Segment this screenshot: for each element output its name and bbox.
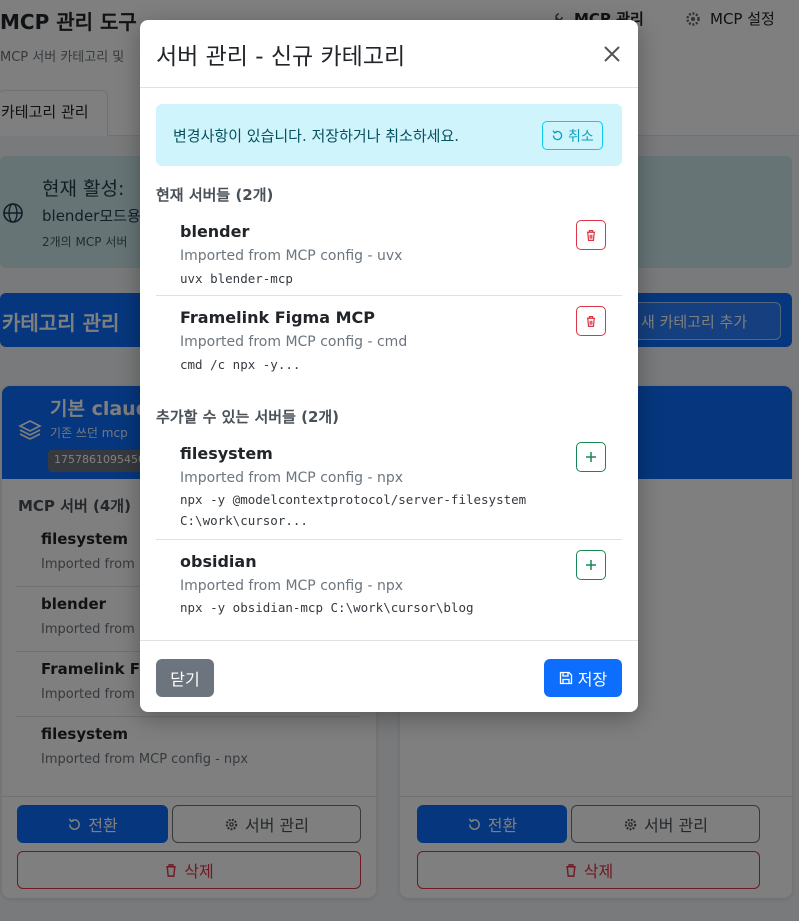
server-name: obsidian (180, 552, 257, 571)
remove-server-button[interactable] (576, 306, 606, 336)
undo-button-label: 취소 (568, 128, 594, 145)
modal-title: 서버 관리 - 신규 카테고리 (156, 44, 406, 70)
save-button-label: 저장 (577, 670, 608, 689)
list-item: Framelink Figma MCP Imported from MCP co… (156, 296, 622, 382)
server-desc: Imported from MCP config - cmd (180, 334, 408, 350)
add-server-button[interactable] (576, 550, 606, 580)
undo-button[interactable]: 취소 (542, 121, 603, 150)
trash-icon (586, 229, 596, 241)
available-servers-title: 추가할 수 있는 서버들 (2개) (156, 408, 340, 426)
server-desc: Imported from MCP config - npx (180, 578, 404, 594)
modal-header: 서버 관리 - 신규 카테고리 (140, 20, 638, 88)
remove-server-button[interactable] (576, 220, 606, 250)
close-button[interactable]: 닫기 (156, 659, 214, 697)
list-item: filesystem Imported from MCP config - np… (156, 430, 622, 540)
trash-icon (586, 315, 596, 327)
server-command: npx -y obsidian-mcp C:\work\cursor\blog (180, 600, 474, 615)
floppy-disk-icon (559, 671, 572, 685)
plus-icon (586, 452, 596, 462)
save-button[interactable]: 저장 (544, 659, 622, 697)
current-servers-title: 현재 서버들 (2개) (156, 186, 274, 204)
server-desc: Imported from MCP config - uvx (180, 248, 403, 264)
rotate-icon (552, 130, 563, 141)
server-command: C:\work\cursor... (180, 513, 308, 528)
server-desc: Imported from MCP config - npx (180, 470, 404, 486)
modal-footer: 닫기 저장 (140, 640, 638, 712)
server-manage-modal: 서버 관리 - 신규 카테고리 변경사항이 있습니다. 저장하거나 취소하세요.… (140, 20, 638, 712)
server-name: Framelink Figma MCP (180, 308, 375, 327)
server-command: uvx blender-mcp (180, 271, 293, 286)
server-command: npx -y @modelcontextprotocol/server-file… (180, 492, 527, 507)
add-server-button[interactable] (576, 442, 606, 472)
server-name: blender (180, 222, 250, 241)
server-command: cmd /c npx -y... (180, 357, 301, 372)
plus-icon (586, 560, 596, 570)
list-item: blender Imported from MCP config - uvx u… (156, 208, 622, 296)
server-name: filesystem (180, 444, 273, 463)
close-icon[interactable] (600, 42, 624, 66)
unsaved-changes-alert: 변경사항이 있습니다. 저장하거나 취소하세요. 취소 (156, 104, 622, 166)
alert-text: 변경사항이 있습니다. 저장하거나 취소하세요. (173, 127, 460, 145)
list-item: obsidian Imported from MCP config - npx … (156, 540, 622, 626)
